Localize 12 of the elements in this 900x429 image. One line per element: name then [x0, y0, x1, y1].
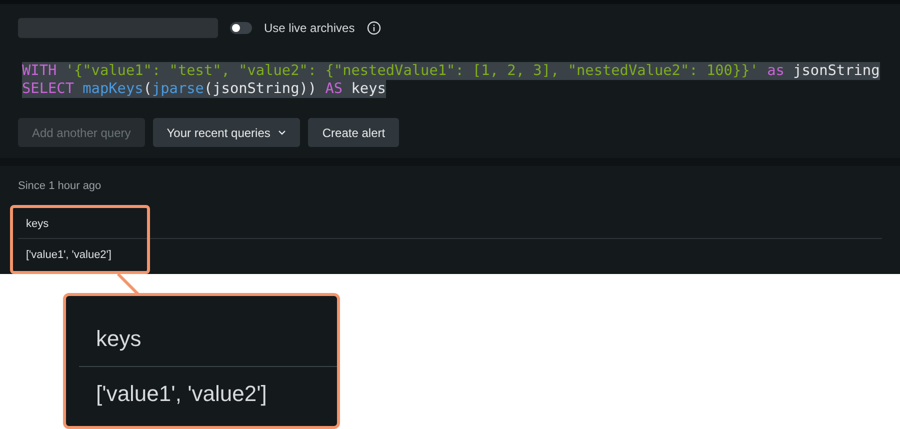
- table-cell-text: ['value1', 'value2']: [25, 248, 112, 261]
- text-field[interactable]: [18, 18, 218, 38]
- query-button[interactable]: Create alert: [308, 118, 400, 147]
- time-range-label: Since 1 hour ago: [18, 180, 102, 192]
- query-button[interactable]: Your recent queries: [152, 118, 300, 147]
- toggle-label: Use live archives: [264, 21, 355, 35]
- table-cell-text: ['value1', 'value2']: [95, 380, 268, 407]
- column-header: keys: [79, 296, 337, 367]
- column-header: keys: [18, 192, 882, 239]
- toggle-switch[interactable]: [230, 22, 252, 34]
- caret-icon: [278, 130, 286, 135]
- info-icon[interactable]: [366, 21, 381, 35]
